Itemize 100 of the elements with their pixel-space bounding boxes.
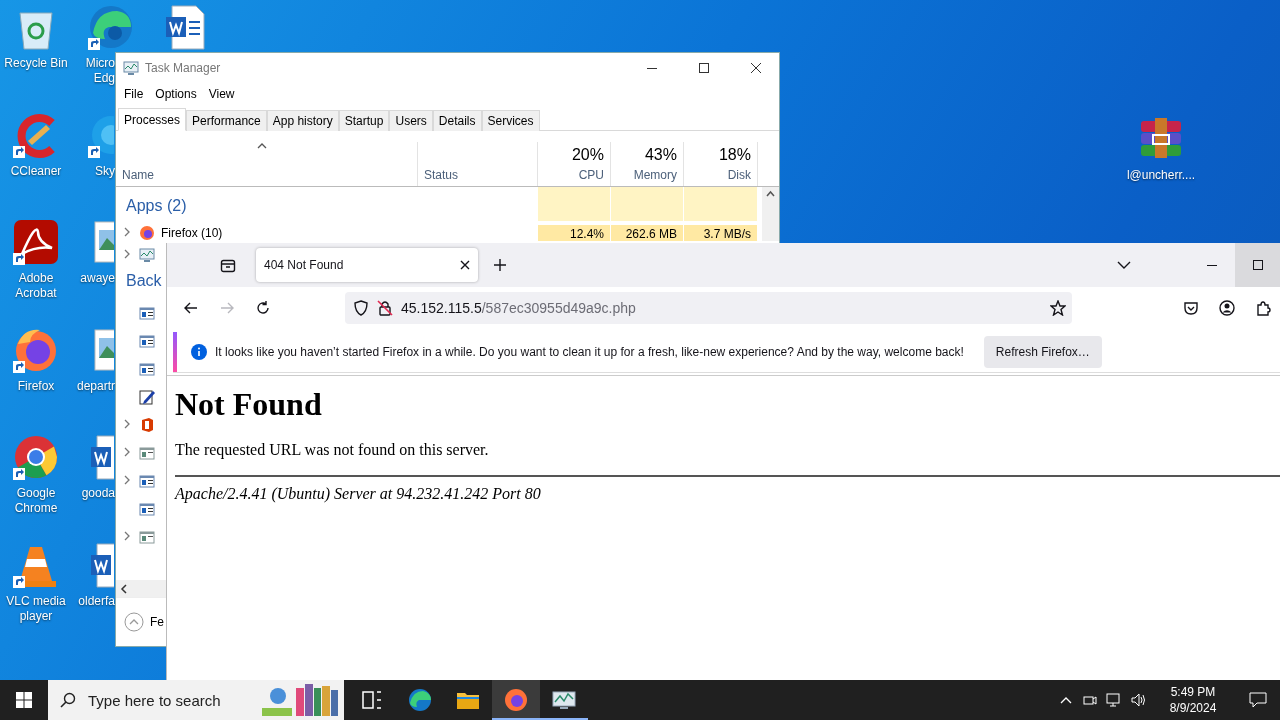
icon-label[interactable]: Firefox: [0, 378, 72, 394]
window-icon: [139, 473, 155, 489]
notification-message: It looks like you haven’t started Firefox in a while. Do you want to clean it up for a fresh, like-new experience? And by the way, welcome back!: [215, 345, 964, 359]
expand-chevron-icon[interactable]: [124, 419, 131, 429]
close-icon[interactable]: [751, 63, 761, 73]
browser-tab[interactable]: 404 Not Found: [256, 248, 478, 282]
page-heading: Not Found: [175, 386, 323, 423]
scroll-left-icon[interactable]: [120, 583, 128, 594]
reload-icon[interactable]: [255, 299, 271, 316]
collapse-icon[interactable]: [124, 612, 144, 632]
window-icon: [139, 333, 155, 349]
url-text[interactable]: 45.152.115.5/587ec30955d49a9c.php: [401, 299, 1042, 316]
search-box[interactable]: Type here to search: [48, 680, 344, 720]
tab-title: 404 Not Found: [264, 258, 345, 272]
column-header[interactable]: Status: [424, 168, 531, 182]
maximize-icon[interactable]: [1253, 260, 1263, 270]
column-header[interactable]: CPU: [544, 168, 604, 182]
menu-item[interactable]: Options: [149, 87, 203, 101]
icon-label[interactable]: l@uncherr....: [1125, 168, 1197, 183]
table-cell: 262.6 MB: [611, 225, 684, 241]
group-heading: Apps (2): [125, 196, 188, 216]
pen-icon: [139, 389, 155, 405]
icon-label[interactable]: departr: [75, 378, 115, 394]
browser-icon[interactable]: [87, 3, 135, 51]
search-icon: [60, 692, 76, 708]
info-icon: [191, 344, 207, 360]
tab[interactable]: Users: [389, 110, 433, 131]
column-percent: 20%: [570, 146, 604, 164]
star-icon[interactable]: [1050, 299, 1066, 316]
column-percent: 43%: [643, 146, 677, 164]
volume-icon[interactable]: [1130, 692, 1146, 708]
column-header[interactable]: Disk: [690, 168, 751, 182]
server-signature: Apache/2.4.41 (Ubuntu) Server at 94.232.41.242 Port 80: [175, 485, 542, 503]
fewer-details-link[interactable]: Fe: [150, 615, 164, 629]
icon-label[interactable]: awaye: [75, 271, 115, 286]
icon-label[interactable]: Google Chrome: [0, 486, 72, 516]
maximize-icon[interactable]: [699, 63, 709, 73]
task-view-icon[interactable]: [360, 688, 384, 712]
expand-chevron-icon[interactable]: [124, 447, 131, 457]
window-icon: [139, 445, 155, 461]
insecure-lock-icon[interactable]: [377, 299, 393, 316]
puzzle-icon[interactable]: [1255, 299, 1271, 316]
process-name: Firefox (10): [161, 226, 223, 240]
chevron-up-icon[interactable]: [1060, 696, 1072, 704]
tab[interactable]: Services: [481, 110, 540, 131]
tray-icon[interactable]: [220, 257, 236, 273]
expand-chevron-icon[interactable]: [124, 475, 131, 485]
page-text: The requested URL was not found on this server.: [175, 441, 490, 459]
window-title: Task Manager: [145, 61, 222, 75]
icon-label[interactable]: gooda: [75, 486, 115, 501]
column-header[interactable]: Memory: [617, 168, 677, 182]
browser-icon: [139, 225, 155, 241]
tab[interactable]: Details: [432, 110, 482, 131]
refresh-button[interactable]: Refresh Firefox…: [983, 336, 1102, 368]
notifications-icon[interactable]: [1249, 692, 1267, 708]
browser-icon[interactable]: [12, 433, 60, 481]
scrollbar[interactable]: [762, 187, 779, 241]
group-heading: Back: [125, 271, 163, 291]
chevron-down-icon[interactable]: [1117, 260, 1131, 270]
icon-label[interactable]: VLC media player: [0, 593, 72, 624]
table-cell: 12.4%: [538, 225, 611, 241]
window-icon: [139, 305, 155, 321]
expand-chevron-icon[interactable]: [124, 249, 131, 259]
windows-logo-icon[interactable]: [16, 692, 32, 708]
icon-label[interactable]: Sky: [75, 163, 115, 179]
monitor-icon: [123, 60, 139, 76]
shield-icon[interactable]: [353, 299, 369, 316]
search-field[interactable]: Type here to search: [86, 690, 250, 710]
tab[interactable]: Performance: [186, 110, 267, 131]
account-icon[interactable]: [1219, 299, 1235, 316]
table-cell: 3.7 MB/s: [684, 225, 758, 241]
tab[interactable]: Processes: [118, 108, 187, 131]
tab[interactable]: App history: [266, 110, 339, 131]
window-icon: [139, 529, 155, 545]
plus-icon[interactable]: [493, 258, 507, 272]
pdf-icon[interactable]: [12, 218, 60, 266]
window-icon: [139, 501, 155, 517]
column-header[interactable]: Name: [122, 168, 411, 182]
pocket-icon[interactable]: [1183, 299, 1199, 316]
browser-icon[interactable]: [504, 688, 528, 712]
office-icon: [139, 417, 155, 433]
monitor-icon[interactable]: [552, 688, 576, 712]
icon-label[interactable]: Adobe Acrobat: [0, 271, 72, 301]
icon-label[interactable]: olderfa: [75, 593, 115, 609]
expand-chevron-icon[interactable]: [124, 227, 131, 237]
browser-icon[interactable]: [408, 688, 432, 712]
window-icon: [139, 361, 155, 377]
clock-date[interactable]: 8/9/2024: [1169, 700, 1217, 716]
expand-chevron-icon[interactable]: [124, 531, 131, 541]
column-percent: 18%: [717, 146, 751, 164]
scrollbar[interactable]: [116, 580, 166, 597]
menu-item[interactable]: File: [118, 87, 150, 101]
clock-time[interactable]: 5:49 PM: [1170, 684, 1216, 700]
menu-item[interactable]: View: [202, 87, 241, 101]
tab[interactable]: Startup: [338, 110, 390, 131]
close-icon[interactable]: [460, 260, 470, 270]
monitor-icon: [139, 247, 155, 263]
sort-caret-icon[interactable]: [257, 142, 267, 150]
network-icon[interactable]: [1106, 692, 1122, 708]
address-bar[interactable]: 45.152.115.5/587ec30955d49a9c.php: [345, 291, 1072, 324]
